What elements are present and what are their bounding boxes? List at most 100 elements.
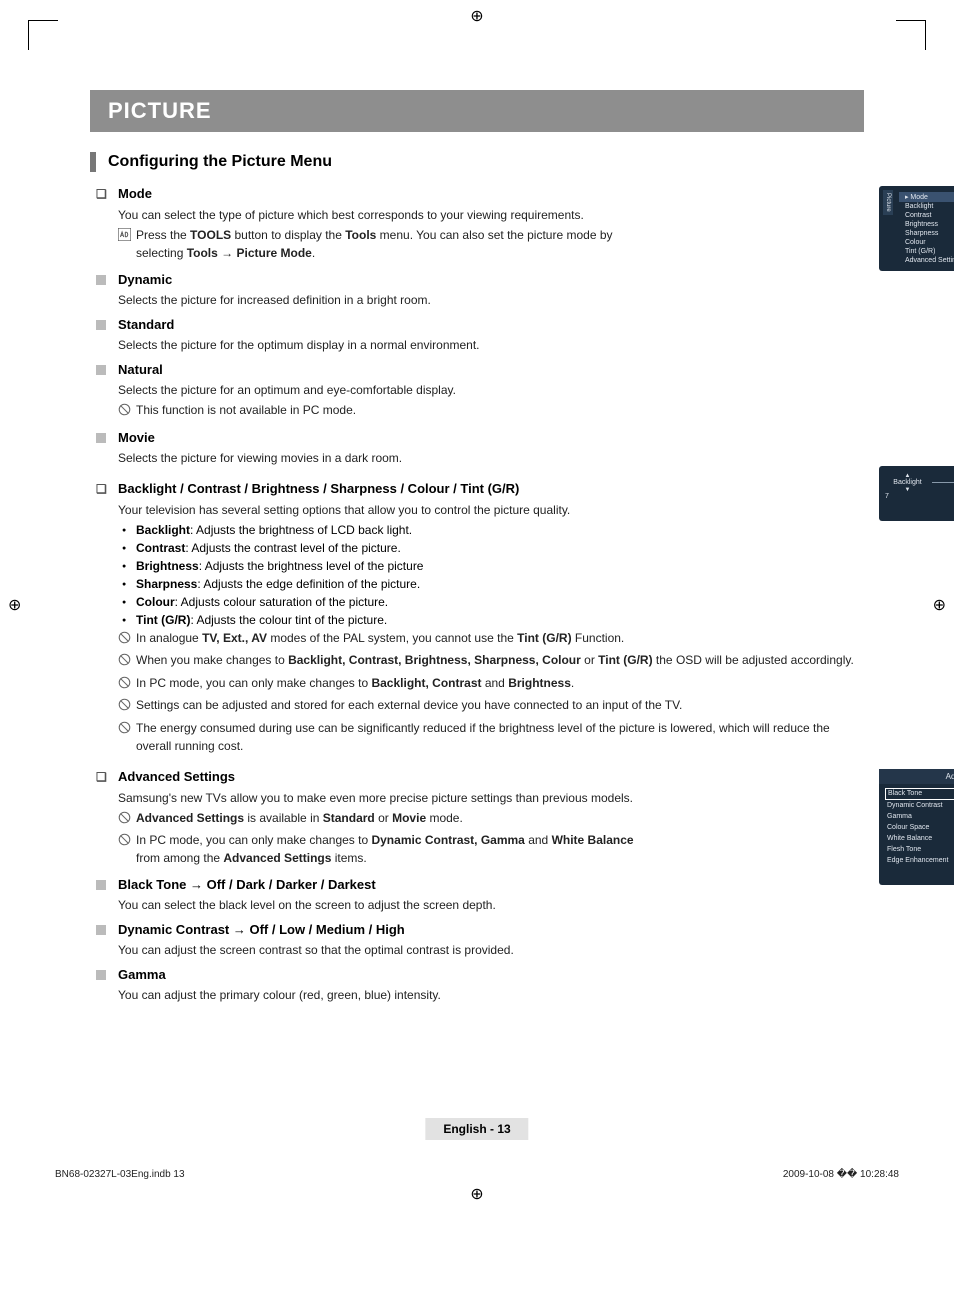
print-registration-left: ⊕ bbox=[8, 595, 21, 615]
osd-row: Dynamic Contrast: Medium bbox=[885, 800, 954, 811]
settings-note: In analogue TV, Ext., AV modes of the PA… bbox=[118, 629, 864, 650]
osd-row: Advanced Settings bbox=[899, 256, 954, 265]
tools-icon bbox=[118, 226, 136, 262]
mode-movie-desc: Selects the picture for viewing movies i… bbox=[118, 449, 636, 467]
osd-row: Colour Space: Native bbox=[885, 822, 954, 833]
note-icon bbox=[118, 809, 136, 830]
osd-row: Sharpness: 50 bbox=[899, 229, 954, 238]
note-icon bbox=[118, 629, 136, 650]
square-bullet-icon bbox=[96, 925, 106, 935]
settings-intro: Your television has several setting opti… bbox=[118, 501, 864, 519]
page-content: PICTURE Configuring the Picture Menu Mod… bbox=[55, 20, 899, 1170]
advanced-heading: Advanced Settings bbox=[96, 769, 636, 785]
osd-row: Gamma: 0 bbox=[885, 811, 954, 822]
settings-note: In PC mode, you can only make changes to… bbox=[118, 674, 864, 695]
mode-movie-heading: Movie bbox=[96, 430, 636, 445]
advanced-intro: Samsung's new TVs allow you to make even… bbox=[118, 789, 636, 807]
list-item: Tint (G/R): Adjusts the colour tint of t… bbox=[118, 611, 864, 629]
page-number: English - 13 bbox=[425, 1118, 528, 1140]
tools-note: Press the TOOLS button to display the To… bbox=[118, 226, 636, 262]
adv-item-heading: Dynamic Contrast → Off / Low / Medium / … bbox=[96, 922, 636, 937]
osd-row: Brightness: 45 bbox=[899, 220, 954, 229]
osd-button-hints: ◆ Move ◀▶ Adjust ⏎ Enter ↩ Return bbox=[885, 508, 954, 515]
osd-slider bbox=[932, 482, 954, 483]
osd-row: Contrast: 95 bbox=[899, 211, 954, 220]
list-item: Contrast: Adjusts the contrast level of … bbox=[118, 539, 864, 557]
note-icon bbox=[118, 831, 136, 867]
adv-item-desc: You can adjust the primary colour (red, … bbox=[118, 986, 636, 1004]
square-bullet-icon bbox=[96, 880, 106, 890]
osd-row: White Balance bbox=[885, 833, 954, 844]
osd-row: ▸ Mode: Standard ▶ bbox=[899, 192, 954, 202]
settings-note: Settings can be adjusted and stored for … bbox=[118, 696, 864, 717]
subsection-title: Configuring the Picture Menu bbox=[108, 153, 332, 171]
box-bullet-icon bbox=[96, 481, 110, 497]
subsection-heading: Configuring the Picture Menu bbox=[90, 152, 864, 172]
square-bullet-icon bbox=[96, 433, 106, 443]
note-icon bbox=[118, 719, 136, 755]
adv-item-desc: You can adjust the screen contrast so th… bbox=[118, 941, 636, 959]
mode-heading: Mode bbox=[96, 186, 636, 202]
osd-row: Colour: 50 bbox=[899, 238, 954, 247]
osd-tab: Picture bbox=[883, 190, 893, 215]
tools-note-text: Press the TOOLS button to display the To… bbox=[136, 226, 636, 262]
settings-bullets: Backlight: Adjusts the brightness of LCD… bbox=[118, 521, 864, 629]
list-item: Colour: Adjusts colour saturation of the… bbox=[118, 593, 864, 611]
mode-natural-heading: Natural bbox=[96, 362, 636, 377]
section-header: PICTURE bbox=[90, 90, 864, 132]
natural-note: This function is not available in PC mod… bbox=[118, 401, 636, 422]
chevron-down-icon: ▼ bbox=[905, 487, 911, 493]
square-bullet-icon bbox=[96, 320, 106, 330]
osd3-title: Advanced Settings bbox=[879, 769, 954, 784]
settings-note: When you make changes to Backlight, Cont… bbox=[118, 651, 864, 672]
settings-heading: Backlight / Contrast / Brightness / Shar… bbox=[96, 481, 864, 497]
adv-item-heading: Black Tone → Off / Dark / Darker / Darke… bbox=[96, 877, 636, 892]
osd-picture-menu: Picture ▸ Mode: Standard ▶ Backlight: 7 … bbox=[879, 186, 954, 271]
osd-row: Flesh Tone: 0 bbox=[885, 844, 954, 855]
list-item: Brightness: Adjusts the brightness level… bbox=[118, 557, 864, 575]
osd-slider-label: Backlight bbox=[893, 479, 921, 486]
mode-dynamic-desc: Selects the picture for increased defini… bbox=[118, 291, 636, 309]
settings-block: Backlight / Contrast / Brightness / Shar… bbox=[96, 481, 864, 755]
osd-row: Backlight: 7 bbox=[899, 202, 954, 211]
note-icon bbox=[118, 696, 136, 717]
osd-slider-value: 7 bbox=[885, 493, 897, 500]
mode-title: Mode bbox=[118, 186, 152, 201]
doc-timestamp: 2009-10-08 �� 10:28:48 bbox=[783, 1169, 899, 1180]
adv-item-desc: You can select the black level on the sc… bbox=[118, 896, 636, 914]
mode-intro: You can select the type of picture which… bbox=[118, 206, 636, 224]
note-icon bbox=[118, 401, 136, 422]
note-icon bbox=[118, 674, 136, 695]
note-icon bbox=[118, 651, 136, 672]
list-item: Backlight: Adjusts the brightness of LCD… bbox=[118, 521, 864, 539]
advanced-note: Advanced Settings is available in Standa… bbox=[118, 809, 636, 830]
square-bullet-icon bbox=[96, 275, 106, 285]
heading-bar-icon bbox=[90, 152, 96, 172]
print-registration-right: ⊕ bbox=[933, 595, 946, 615]
settings-note: The energy consumed during use can be si… bbox=[118, 719, 864, 755]
document-footer: BN68-02327L-03Eng.indb 13 2009-10-08 �� … bbox=[55, 1169, 899, 1180]
mode-standard-heading: Standard bbox=[96, 317, 636, 332]
crop-mark bbox=[28, 20, 58, 50]
adv-item-heading: Gamma bbox=[96, 967, 636, 982]
square-bullet-icon bbox=[96, 365, 106, 375]
osd-row: Edge Enhancement: On bbox=[885, 855, 954, 866]
box-bullet-icon bbox=[96, 769, 110, 785]
square-bullet-icon bbox=[96, 970, 106, 980]
print-registration-bottom: ⊕ bbox=[470, 1184, 483, 1204]
osd-advanced-settings: Advanced Settings Black Tone: Off ▶ Dyna… bbox=[879, 769, 954, 885]
mode-dynamic-heading: Dynamic bbox=[96, 272, 636, 287]
list-item: Sharpness: Adjusts the edge definition o… bbox=[118, 575, 864, 593]
mode-natural-desc: Selects the picture for an optimum and e… bbox=[118, 381, 636, 399]
crop-mark bbox=[896, 20, 926, 50]
advanced-block: Advanced Settings Samsung's new TVs allo… bbox=[96, 769, 864, 1005]
mode-standard-desc: Selects the picture for the optimum disp… bbox=[118, 336, 636, 354]
osd-button-hints: ◆ Move ⏎ Enter ↩ Return bbox=[879, 870, 954, 885]
osd-row: Tint (G/R): G50/R50 bbox=[899, 247, 954, 256]
mode-block: Mode You can select the type of picture … bbox=[96, 186, 864, 467]
advanced-note: In PC mode, you can only make changes to… bbox=[118, 831, 636, 867]
osd-row: Black Tone: Off ▶ bbox=[885, 788, 954, 800]
box-bullet-icon bbox=[96, 186, 110, 202]
doc-id: BN68-02327L-03Eng.indb 13 bbox=[55, 1169, 185, 1180]
osd-backlight-slider: ▲ Backlight ▼ 7 ◆ Move ◀▶ Adjust ⏎ Enter… bbox=[879, 466, 954, 521]
